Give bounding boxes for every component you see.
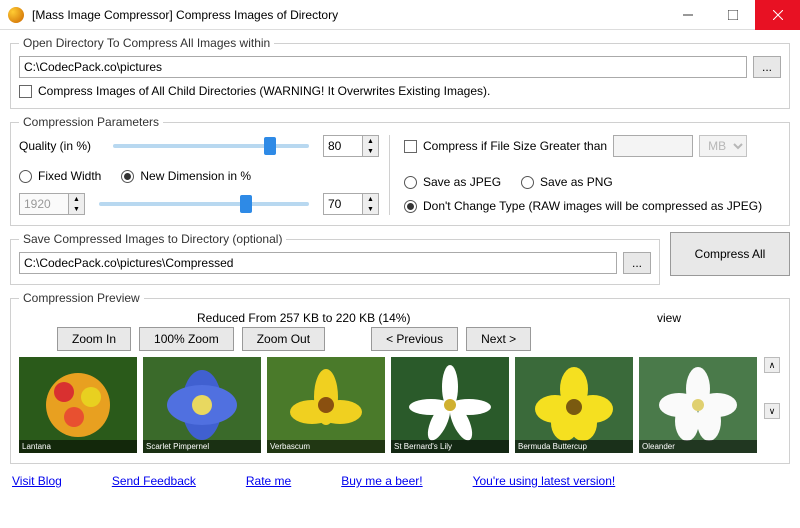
no-change-type-radio[interactable]: Don't Change Type (RAW images will be co… [404, 199, 781, 213]
rate-link[interactable]: Rate me [246, 474, 291, 488]
size-threshold-input[interactable] [613, 135, 693, 157]
browse-source-button[interactable]: ... [753, 56, 781, 78]
preview-group: Compression Preview Reduced From 257 KB … [10, 291, 790, 464]
zoom-out-button[interactable]: Zoom Out [242, 327, 325, 351]
child-dirs-checkbox[interactable]: Compress Images of All Child Directories… [19, 84, 781, 98]
minimize-button[interactable] [665, 0, 710, 30]
thumbnail[interactable]: Verbascum [267, 357, 385, 453]
beer-link[interactable]: Buy me a beer! [341, 474, 422, 488]
source-path-input[interactable] [19, 56, 747, 78]
footer-links: Visit Blog Send Feedback Rate me Buy me … [10, 470, 790, 492]
thumbnail-strip: Lantana Scarlet Pimpernel Verbascum St B… [19, 357, 757, 453]
params-legend: Compression Parameters [19, 115, 163, 129]
thumbnail[interactable]: Lantana [19, 357, 137, 453]
dimension-slider[interactable] [99, 202, 309, 206]
thumbnail[interactable]: St Bernard's Lily [391, 357, 509, 453]
zoom-100-button[interactable]: 100% Zoom [139, 327, 234, 351]
thumbnail[interactable]: Scarlet Pimpernel [143, 357, 261, 453]
dimension-spinner[interactable]: ▲▼ [323, 193, 379, 215]
size-unit-select[interactable]: MB [699, 135, 747, 157]
size-threshold-checkbox[interactable]: Compress if File Size Greater than MB [404, 135, 781, 157]
child-dirs-label: Compress Images of All Child Directories… [38, 84, 490, 98]
thumbnail-scrollbar[interactable]: ∧ ∨ [763, 351, 781, 419]
quality-spinner[interactable]: ▲▼ [323, 135, 379, 157]
window-title: [Mass Image Compressor] Compress Images … [32, 8, 665, 22]
save-png-radio[interactable]: Save as PNG [521, 175, 613, 189]
open-directory-group: Open Directory To Compress All Images wi… [10, 36, 790, 109]
zoom-in-button[interactable]: Zoom In [57, 327, 131, 351]
close-button[interactable] [755, 0, 800, 30]
quality-slider[interactable] [113, 144, 309, 148]
previous-button[interactable]: < Previous [371, 327, 458, 351]
save-jpeg-radio[interactable]: Save as JPEG [404, 175, 501, 189]
app-icon [8, 7, 24, 23]
maximize-button[interactable] [710, 0, 755, 30]
preview-legend: Compression Preview [19, 291, 144, 305]
compress-all-button[interactable]: Compress All [670, 232, 790, 276]
send-feedback-link[interactable]: Send Feedback [112, 474, 196, 488]
save-directory-group: Save Compressed Images to Directory (opt… [10, 232, 660, 285]
compression-params-group: Compression Parameters Quality (in %) ▲▼… [10, 115, 790, 226]
version-link[interactable]: You're using latest version! [473, 474, 616, 488]
width-spinner[interactable]: ▲▼ [19, 193, 85, 215]
thumbnail[interactable]: Oleander [639, 357, 757, 453]
next-button[interactable]: Next > [466, 327, 531, 351]
checkbox-box-icon [19, 85, 32, 98]
fixed-width-radio[interactable]: Fixed Width [19, 169, 101, 183]
quality-label: Quality (in %) [19, 139, 99, 153]
thumbnail[interactable]: Bermuda Buttercup [515, 357, 633, 453]
open-dir-legend: Open Directory To Compress All Images wi… [19, 36, 274, 50]
checkbox-box-icon [404, 140, 417, 153]
scroll-down-icon[interactable]: ∨ [764, 403, 780, 419]
new-dimension-radio[interactable]: New Dimension in % [121, 169, 251, 183]
size-threshold-label: Compress if File Size Greater than [423, 139, 607, 153]
save-dir-legend: Save Compressed Images to Directory (opt… [19, 232, 286, 246]
reduced-text: Reduced From 257 KB to 220 KB (14%) [197, 311, 410, 325]
dest-path-input[interactable] [19, 252, 617, 274]
title-bar: [Mass Image Compressor] Compress Images … [0, 0, 800, 30]
visit-blog-link[interactable]: Visit Blog [12, 474, 62, 488]
browse-dest-button[interactable]: ... [623, 252, 651, 274]
scroll-up-icon[interactable]: ∧ [764, 357, 780, 373]
view-label: view [657, 311, 681, 325]
